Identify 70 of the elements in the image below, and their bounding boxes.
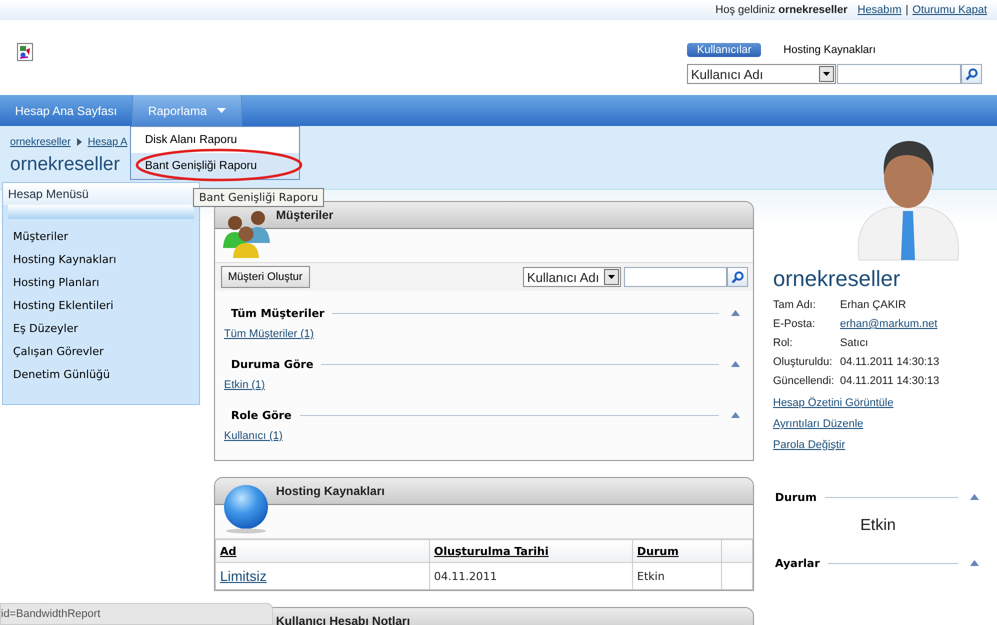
profile-link[interactable]: Hesap Özetini Görüntüle [773,397,894,409]
broken-image-icon [17,43,33,61]
search-icon [731,270,744,284]
filter-link[interactable]: Kullanıcı (1) [224,430,283,442]
field-label: E-Posta: [773,318,816,330]
collapse-icon[interactable] [970,560,979,566]
section-heading: Durum [775,490,817,504]
sidebar-item[interactable]: Hosting Planları [13,276,199,289]
column-header[interactable]: Oluşturulma Tarihi [430,540,632,562]
panel-title: Müşteriler [215,202,753,229]
sidebar-item[interactable]: Hosting Eklentileri [13,299,199,312]
users-icon [221,208,271,258]
field-label: Güncellendi: [773,375,836,387]
section-heading: Ayarlar [775,556,820,570]
sidebar-title: Hesap Menüsü [3,183,199,205]
status-bar: id=BandwidthReport [0,603,273,625]
email-link[interactable]: erhan@markum.net [840,318,938,330]
field-value: 04.11.2011 14:30:13 [840,356,940,368]
column-header[interactable]: Ad [216,540,430,562]
resource-link[interactable]: Limitsiz [220,568,267,584]
account-link[interactable]: Hesabım [858,4,902,16]
profile-link[interactable]: Ayrıntıları Düzenle [773,418,864,430]
menu-item[interactable]: Disk Alanı Raporu [131,127,299,153]
search-button[interactable] [961,64,982,84]
column-header[interactable]: Durum [632,540,722,562]
group-heading: Role Göre [231,408,292,422]
field-label: Rol: [773,337,794,349]
field-value: Satıcı [840,337,868,349]
logout-link[interactable]: Oturumu Kapat [912,4,987,16]
search-field[interactable] [837,64,961,84]
sidebar-item[interactable]: Denetim Günlüğü [13,368,199,381]
sidebar-item[interactable]: Eş Düzeyler [13,322,199,335]
sidebar-item[interactable]: Müşteriler [13,230,199,243]
tooltip: Bant Genişliği Raporu [193,188,324,207]
panel-title: Hosting Kaynakları [215,478,753,505]
collapse-icon[interactable] [970,494,979,500]
field-label: Oluşturuldu: [773,356,834,368]
search-button[interactable] [727,267,748,287]
group-heading: Duruma Göre [231,358,314,370]
collapse-icon[interactable] [731,361,740,367]
filter-link[interactable]: Etkin (1) [224,379,265,391]
separator-text: | [906,4,908,16]
sidebar-item[interactable]: Çalışan Görevler [13,345,199,358]
welcome-text: Hoş geldiniz ornekreseller [715,4,848,16]
profile-name: ornekreseller [773,266,902,293]
collapse-icon[interactable] [731,412,740,418]
create-customer-button[interactable]: Müşteri Oluştur [221,266,310,288]
search-type-select[interactable]: Kullanıcı Adı [687,64,836,84]
field-value: 04.11.2011 14:30:13 [840,375,940,387]
search-type-select[interactable]: Kullanıcı Adı [523,267,621,287]
menu-item[interactable]: Bant Genişliği Raporu [131,153,299,179]
sidebar-item[interactable]: Hosting Kaynakları [13,253,199,266]
field-label: Tam Adı: [773,299,817,311]
breadcrumb-arrow-icon [76,138,82,146]
status-value: Etkin [859,516,897,536]
search-tab[interactable]: Kullanıcılar [687,43,762,57]
group-heading: Tüm Müşteriler [231,306,324,320]
breadcrumb-link[interactable]: Hesap A [88,136,128,148]
page-title: ornekreseller [10,154,120,177]
table-cell: Etkin [632,562,722,590]
filter-link[interactable]: Tüm Müşteriler (1) [224,328,314,340]
breadcrumb-link[interactable]: ornekreseller [10,136,71,148]
search-tab[interactable]: Hosting Kaynakları [773,43,886,57]
search-field[interactable] [624,267,727,287]
collapse-icon[interactable] [731,310,740,316]
sphere-icon [221,484,271,534]
table-cell: 04.11.2011 [430,562,632,590]
profile-link[interactable]: Parola Değiştir [773,439,846,451]
field-value: Erhan ÇAKIR [840,299,906,311]
search-icon [965,68,978,80]
